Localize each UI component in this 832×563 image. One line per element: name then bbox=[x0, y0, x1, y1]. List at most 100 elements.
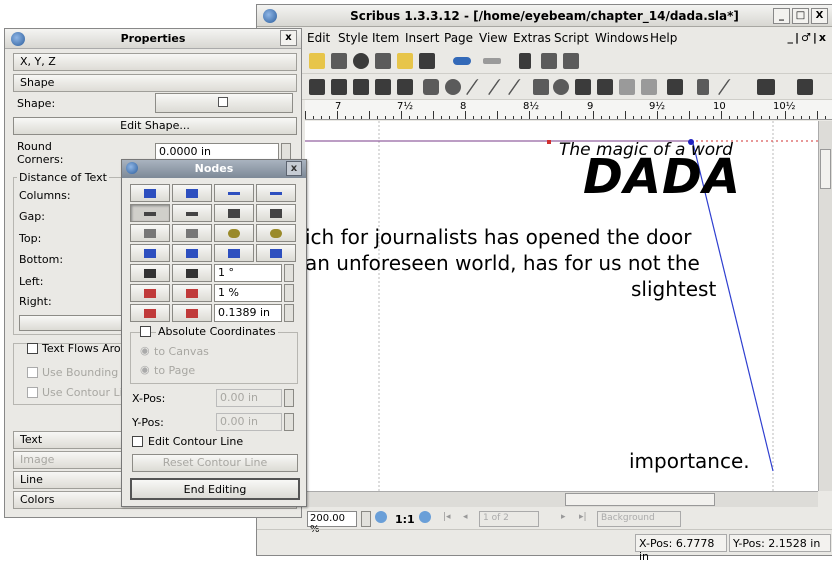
line-icon[interactable] bbox=[465, 79, 485, 95]
close-doc-icon[interactable] bbox=[353, 53, 369, 69]
redo-icon[interactable] bbox=[483, 58, 501, 64]
minimize-button[interactable]: _ bbox=[773, 8, 790, 24]
frame-handle[interactable] bbox=[547, 140, 551, 144]
save-icon[interactable] bbox=[331, 53, 347, 69]
polygon-icon[interactable] bbox=[445, 79, 461, 95]
page-selector[interactable]: 1 of 2 bbox=[479, 511, 539, 527]
node-xpos-input[interactable]: 0.00 in bbox=[216, 389, 282, 407]
use-bounding-checkbox[interactable] bbox=[27, 367, 38, 378]
reset-contour-button[interactable]: Reset Contour Line bbox=[132, 454, 298, 472]
shrink-button[interactable] bbox=[130, 284, 170, 302]
move-control-points-button[interactable] bbox=[172, 184, 212, 202]
rotate-angle-input[interactable]: 1 ° bbox=[214, 264, 282, 282]
to-canvas-radio[interactable]: ◉ bbox=[140, 344, 150, 357]
rotate-cw-button[interactable] bbox=[172, 264, 212, 282]
enlarge-button[interactable] bbox=[172, 284, 212, 302]
layer-selector[interactable]: Background bbox=[597, 511, 681, 527]
shear-horizontal-button[interactable] bbox=[214, 224, 254, 242]
scale-distance-spinner[interactable] bbox=[284, 304, 294, 322]
close-bezier-button[interactable] bbox=[256, 204, 296, 222]
menu-help[interactable]: Help bbox=[650, 31, 677, 45]
edit-shape-button[interactable]: Edit Shape... bbox=[13, 117, 297, 135]
zoom-spinner[interactable] bbox=[361, 511, 371, 527]
nodes-close-button[interactable]: x bbox=[286, 161, 302, 176]
move-nodes-button[interactable] bbox=[130, 184, 170, 202]
scale-distance-input[interactable]: 0.1389 in bbox=[214, 304, 282, 322]
zoom-icon[interactable] bbox=[553, 79, 569, 95]
shape-icon[interactable] bbox=[423, 79, 439, 95]
vscroll-thumb[interactable] bbox=[820, 149, 831, 189]
horizontal-ruler[interactable]: 7 7½ 8 8½ 9 9½ 10 10½ bbox=[305, 100, 832, 120]
unlink-frames-icon[interactable] bbox=[641, 79, 657, 95]
undo-icon[interactable] bbox=[453, 57, 471, 65]
zoom-out-icon[interactable] bbox=[419, 511, 431, 523]
main-titlebar[interactable]: Scribus 1.3.3.12 - [/home/eyebeam/chapte… bbox=[257, 5, 832, 27]
edit-contour-checkbox[interactable] bbox=[132, 436, 143, 447]
menu-item[interactable]: Item bbox=[372, 31, 399, 45]
cut-icon[interactable] bbox=[519, 53, 531, 69]
increase-size-button[interactable] bbox=[172, 304, 212, 322]
menu-insert[interactable]: Insert bbox=[405, 31, 439, 45]
pdf-icon[interactable] bbox=[419, 53, 435, 69]
scale-percent-spinner[interactable] bbox=[284, 284, 294, 302]
node-xpos-spinner[interactable] bbox=[284, 389, 294, 407]
copy-properties-icon[interactable] bbox=[697, 79, 709, 95]
freehand-icon[interactable] bbox=[507, 79, 527, 95]
print-icon[interactable] bbox=[375, 53, 391, 69]
use-contour-checkbox[interactable] bbox=[27, 387, 38, 398]
prev-page-icon[interactable]: ◂ bbox=[463, 512, 468, 522]
mirror-horizontal-button[interactable] bbox=[130, 224, 170, 242]
open-polygon-button[interactable] bbox=[214, 204, 254, 222]
rotate-ccw-button[interactable] bbox=[130, 264, 170, 282]
table-icon[interactable] bbox=[397, 79, 413, 95]
absolute-coordinates-checkbox[interactable] bbox=[140, 326, 151, 337]
zoom-ratio[interactable]: 1:1 bbox=[395, 513, 415, 526]
tabulators-button[interactable] bbox=[19, 315, 123, 331]
node-ypos-spinner[interactable] bbox=[284, 413, 294, 431]
first-page-icon[interactable]: |◂ bbox=[443, 512, 451, 522]
menu-windows[interactable]: Windows bbox=[595, 31, 649, 45]
zoom-in-icon[interactable] bbox=[375, 511, 387, 523]
link-frames-icon[interactable] bbox=[619, 79, 635, 95]
last-page-icon[interactable]: ▸| bbox=[579, 512, 587, 522]
menu-extras[interactable]: Extras bbox=[513, 31, 551, 45]
reduce-size-button[interactable] bbox=[130, 304, 170, 322]
shear-up-button[interactable] bbox=[214, 244, 254, 262]
preflight-icon[interactable] bbox=[397, 53, 413, 69]
reset-this-control-point-button[interactable] bbox=[172, 204, 212, 222]
shear-down-button[interactable] bbox=[256, 244, 296, 262]
hscroll-thumb[interactable] bbox=[565, 493, 715, 506]
document-canvas[interactable]: The magic of a word DADA ich for journal… bbox=[305, 121, 818, 491]
rotate-angle-spinner[interactable] bbox=[284, 264, 294, 282]
properties-close-button[interactable]: x bbox=[280, 30, 297, 46]
shape-selector-button[interactable] bbox=[155, 93, 293, 113]
vertical-scrollbar[interactable] bbox=[818, 121, 832, 491]
eyedropper-icon[interactable] bbox=[717, 79, 737, 95]
text-flows-checkbox[interactable] bbox=[27, 343, 38, 354]
shear-left-button[interactable] bbox=[130, 244, 170, 262]
menu-style[interactable]: Style bbox=[338, 31, 368, 45]
scale-percent-input[interactable]: 1 % bbox=[214, 284, 282, 302]
shear-vertical-button[interactable] bbox=[256, 224, 296, 242]
end-editing-button[interactable]: End Editing bbox=[130, 478, 300, 500]
horizontal-scrollbar[interactable] bbox=[305, 491, 818, 507]
copy-icon[interactable] bbox=[541, 53, 557, 69]
menu-page[interactable]: Page bbox=[444, 31, 473, 45]
edit-contents-icon[interactable] bbox=[575, 79, 591, 95]
to-page-radio[interactable]: ◉ bbox=[140, 363, 150, 376]
mirror-vertical-button[interactable] bbox=[172, 224, 212, 242]
text-frame-icon[interactable] bbox=[331, 79, 347, 95]
pdf-annotations-icon[interactable] bbox=[797, 79, 813, 95]
maximize-button[interactable]: □ bbox=[792, 8, 809, 24]
bezier-icon[interactable] bbox=[487, 79, 507, 95]
menu-script[interactable]: Script bbox=[554, 31, 589, 45]
pdf-tools-icon[interactable] bbox=[757, 79, 775, 95]
render-frame-icon[interactable] bbox=[375, 79, 391, 95]
tab-shape[interactable]: Shape bbox=[13, 74, 297, 92]
open-icon[interactable] bbox=[309, 53, 325, 69]
paste-icon[interactable] bbox=[563, 53, 579, 69]
delete-nodes-button[interactable] bbox=[256, 184, 296, 202]
node-ypos-input[interactable]: 0.00 in bbox=[216, 413, 282, 431]
select-icon[interactable] bbox=[309, 79, 325, 95]
close-button[interactable]: X bbox=[811, 8, 828, 24]
